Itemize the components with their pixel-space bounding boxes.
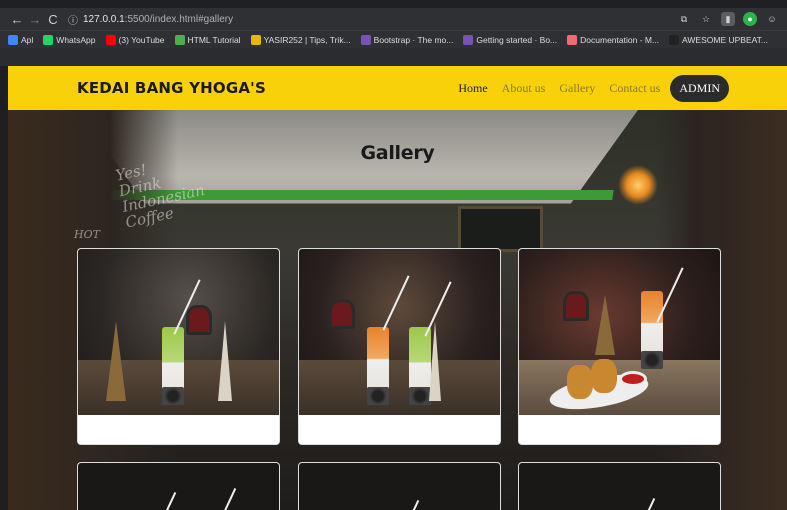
nav-link-about[interactable]: About us [502, 81, 546, 96]
tab-strip [0, 0, 787, 8]
orange-drink-cup [641, 291, 663, 369]
bookmark-item[interactable]: Apl [8, 34, 34, 45]
bootstrap-icon [463, 34, 474, 45]
bookmark-item[interactable]: YASIR252 | Tips, Trik... [250, 34, 351, 45]
nav-link-gallery[interactable]: Gallery [559, 81, 595, 96]
bookmark-label: YASIR252 | Tips, Trik... [263, 34, 351, 45]
gallery-section: Yes! Drink Indonesian Coffee HOT Gallery [8, 110, 787, 510]
music-flag-icon [669, 34, 680, 45]
fried-snack [591, 359, 617, 393]
eiffel-tower-figurine [595, 295, 615, 355]
bookmark-item[interactable]: WhatsApp [43, 34, 96, 45]
bookmark-star-icon[interactable]: ☆ [699, 12, 713, 26]
browser-chrome: ← → C ⓘ 127.0.0.1 :5500/index.html#galle… [0, 0, 787, 66]
translate-icon[interactable]: ⧉ [677, 12, 691, 26]
background-menu-board [458, 206, 543, 252]
fried-snack [567, 365, 593, 399]
gallery-card-1[interactable] [77, 248, 280, 445]
gallery-title: Gallery [360, 142, 435, 164]
bookmarks-bar: Apl WhatsApp (3) YouTube HTML Tutorial YASIR… [0, 30, 787, 48]
gallery-card-body [78, 415, 279, 444]
bookmark-label: HTML Tutorial [187, 34, 241, 45]
reload-icon[interactable]: C [44, 12, 62, 27]
admin-button[interactable]: ADMIN [670, 74, 729, 102]
gallery-photo [519, 249, 720, 415]
gallery-card-3[interactable] [518, 248, 721, 445]
background-doodle-hot: HOT [74, 228, 100, 241]
nav-link-contact[interactable]: Contact us [609, 81, 660, 96]
extension-icon[interactable]: ▮ [721, 12, 735, 26]
gallery-card-2[interactable] [298, 248, 501, 445]
bookmark-item[interactable]: HTML Tutorial [174, 34, 241, 45]
rickshaw-figurine [563, 291, 589, 321]
bookmark-item[interactable]: AWESOME UPBEAT... [669, 34, 769, 45]
green-drink-cup [409, 327, 431, 405]
gallery-photo [299, 463, 500, 510]
bookmark-label: WhatsApp [56, 34, 96, 45]
gallery-card-body [299, 415, 500, 444]
bookmark-label: Getting started · Bo... [476, 34, 558, 45]
extension-green-icon[interactable]: ● [743, 12, 757, 26]
bookmark-label: Documentation - M... [580, 34, 660, 45]
bootstrap-icon [360, 34, 371, 45]
drink-straw [404, 499, 420, 510]
bookmark-item[interactable]: Bootstrap · The mo... [360, 34, 454, 45]
gallery-photo [299, 249, 500, 415]
gallery-card-body [519, 415, 720, 444]
nav-menu: Home About us Gallery Contact us ADMIN [444, 74, 729, 102]
bookmark-item[interactable]: Documentation - M... [567, 34, 660, 45]
back-icon[interactable]: ← [8, 12, 26, 27]
background-lamp [618, 165, 658, 205]
yasir-icon [250, 34, 261, 45]
bookmark-label: (3) YouTube [118, 34, 165, 45]
drink-straw [382, 275, 410, 331]
bookmark-item[interactable]: (3) YouTube [105, 34, 165, 45]
w3schools-icon [174, 34, 185, 45]
whatsapp-icon [43, 34, 54, 45]
gallery-photo [78, 249, 279, 415]
materialize-icon [567, 34, 578, 45]
drink-straw [161, 491, 177, 510]
green-drink-cup [162, 327, 184, 405]
site-info-icon[interactable]: ⓘ [68, 12, 78, 27]
gallery-card-5[interactable] [298, 462, 501, 510]
orange-drink-cup [367, 327, 389, 405]
photo-table [299, 360, 500, 415]
apps-icon [8, 34, 18, 45]
url-path: :5500/index.html#gallery [124, 13, 234, 25]
gallery-photo [519, 463, 720, 510]
site-navbar: KEDAI BANG YHOGA'S Home About us Gallery… [8, 66, 787, 110]
brand-logo[interactable]: KEDAI BANG YHOGA'S [77, 79, 266, 97]
youtube-icon [105, 34, 116, 45]
url-host: 127.0.0.1 [83, 13, 125, 25]
monument-figurine [218, 321, 232, 401]
gallery-card-6[interactable] [518, 462, 721, 510]
bookmark-label: Apl [21, 34, 34, 45]
drink-straw [640, 497, 656, 510]
background-doodle-text: Yes! Drink Indonesian Coffee [113, 160, 207, 232]
address-bar[interactable]: ⓘ 127.0.0.1 :5500/index.html#gallery [68, 10, 669, 28]
address-row: ← → C ⓘ 127.0.0.1 :5500/index.html#galle… [0, 8, 787, 30]
bookmark-label: AWESOME UPBEAT... [682, 34, 769, 45]
drink-straw [221, 487, 237, 510]
monument-figurine [429, 321, 441, 401]
gallery-card-4[interactable] [77, 462, 280, 510]
bookmark-item[interactable]: Getting started · Bo... [463, 34, 558, 45]
nav-link-home[interactable]: Home [458, 81, 487, 96]
bookmark-label: Bootstrap · The mo... [373, 34, 454, 45]
rickshaw-figurine [329, 299, 355, 329]
forward-icon[interactable]: → [26, 12, 44, 27]
rickshaw-figurine [186, 305, 212, 335]
eiffel-tower-figurine [106, 321, 126, 401]
chili-sauce-bowl [619, 371, 647, 387]
gallery-photo [78, 463, 279, 510]
profile-icon[interactable]: ☺ [765, 12, 779, 26]
